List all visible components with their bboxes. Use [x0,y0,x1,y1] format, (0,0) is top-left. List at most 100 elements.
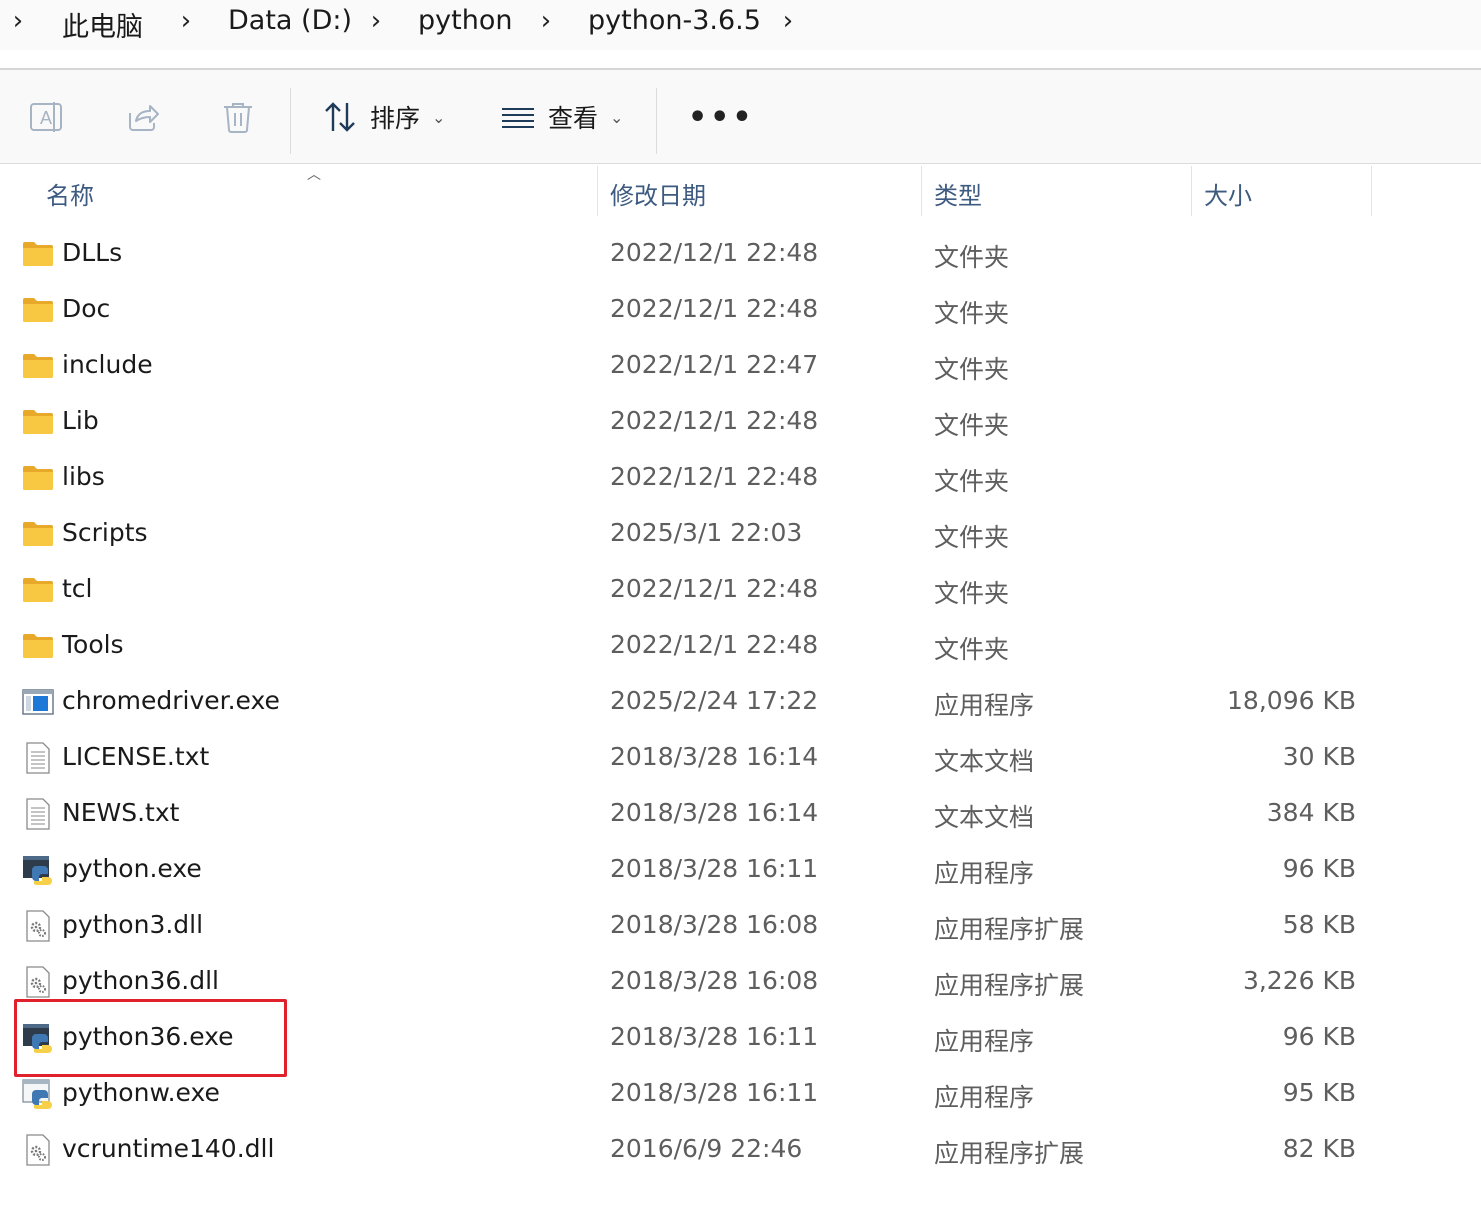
file-row[interactable]: Lib 2022/12/1 22:48 文件夹 [0,394,1481,450]
command-bar: A 排序 ⌄ 查看 ⌄ ••• [0,70,1481,164]
file-date: 2022/12/1 22:48 [610,574,819,603]
file-date: 2025/2/24 17:22 [610,686,819,715]
file-name: DLLs [62,238,123,267]
file-type: 文件夹 [934,355,1010,384]
file-date: 2022/12/1 22:48 [610,294,819,323]
file-name: NEWS.txt [62,798,180,827]
file-row[interactable]: include 2022/12/1 22:47 文件夹 [0,338,1481,394]
file-type: 应用程序 [934,1027,1035,1056]
python-exe-icon [22,1022,54,1054]
rename-icon: A [28,99,64,135]
file-row[interactable]: libs 2022/12/1 22:48 文件夹 [0,450,1481,506]
file-size: 384 KB [1266,798,1356,827]
share-icon [124,99,160,135]
folder-icon [22,462,54,494]
file-date: 2022/12/1 22:48 [610,630,819,659]
breadcrumb-data-drive[interactable]: Data (D:) [228,5,352,36]
file-size: 58 KB [1282,910,1356,939]
toolbar-divider [656,88,657,154]
more-dots-icon: ••• [688,99,755,135]
file-type: 文件夹 [934,579,1010,608]
more-options-button[interactable]: ••• [688,92,755,142]
file-name: Scripts [62,518,148,547]
python-window-icon [22,1078,54,1110]
column-header-size[interactable]: 大小 [1204,176,1252,211]
column-header-row: ︿ 名称 修改日期 类型 大小 [0,166,1481,218]
chevron-down-icon: ⌄ [610,107,624,127]
file-type: 应用程序 [934,859,1035,888]
chevron-right-icon[interactable]: › [778,6,798,36]
breadcrumb-this-pc[interactable]: 此电脑 [62,5,143,44]
file-name: chromedriver.exe [62,686,280,715]
file-date: 2022/12/1 22:47 [610,350,819,379]
sort-button[interactable]: 排序 ⌄ [322,92,445,142]
chevron-right-icon[interactable]: › [176,6,196,36]
file-row[interactable]: python36.dll 2018/3/28 16:08 应用程序扩展 3,226 K… [0,954,1481,1010]
column-header-date[interactable]: 修改日期 [610,176,706,211]
file-size: 96 KB [1282,854,1356,883]
file-row[interactable]: Tools 2022/12/1 22:48 文件夹 [0,618,1481,674]
file-date: 2018/3/28 16:11 [610,1078,819,1107]
dll-gear-icon [22,966,54,998]
column-divider[interactable] [1191,166,1192,216]
chevron-right-icon[interactable]: › [536,6,556,36]
file-type: 应用程序扩展 [934,971,1085,1000]
file-size: 82 KB [1282,1134,1356,1163]
file-row[interactable]: Scripts 2025/3/1 22:03 文件夹 [0,506,1481,562]
file-name: libs [62,462,105,491]
toolbar-divider [290,88,291,154]
file-size: 30 KB [1282,742,1356,771]
column-header-name[interactable]: 名称 [46,176,94,211]
file-date: 2018/3/28 16:08 [610,910,819,939]
column-header-type[interactable]: 类型 [934,176,982,211]
file-type: 文本文档 [934,747,1035,776]
breadcrumb-python-365[interactable]: python-3.6.5 [588,5,761,36]
share-button[interactable] [124,92,160,142]
file-name: python.exe [62,854,202,883]
file-row[interactable]: LICENSE.txt 2018/3/28 16:14 文本文档 30 KB [0,730,1481,786]
column-divider[interactable] [921,166,922,216]
delete-button[interactable] [220,92,256,142]
folder-icon [22,518,54,550]
file-row[interactable]: Doc 2022/12/1 22:48 文件夹 [0,282,1481,338]
file-type: 应用程序 [934,691,1035,720]
file-row[interactable]: tcl 2022/12/1 22:48 文件夹 [0,562,1481,618]
file-row[interactable]: DLLs 2022/12/1 22:48 文件夹 [0,226,1481,282]
file-row[interactable]: NEWS.txt 2018/3/28 16:14 文本文档 384 KB [0,786,1481,842]
file-row[interactable]: python3.dll 2018/3/28 16:08 应用程序扩展 58 KB [0,898,1481,954]
dll-gear-icon [22,910,54,942]
file-type: 文件夹 [934,635,1010,664]
sort-label: 排序 [370,104,421,133]
file-size: 3,226 KB [1242,966,1356,995]
file-row[interactable]: pythonw.exe 2018/3/28 16:11 应用程序 95 KB [0,1066,1481,1122]
file-name: pythonw.exe [62,1078,220,1107]
chevron-down-icon: ⌄ [432,107,446,127]
file-name: python36.exe [62,1022,234,1051]
text-file-icon [22,798,54,830]
file-name: LICENSE.txt [62,742,210,771]
file-name: Tools [62,630,124,659]
chevron-right-icon[interactable]: › [8,6,28,36]
view-button[interactable]: 查看 ⌄ [500,92,623,142]
file-size: 95 KB [1282,1078,1356,1107]
file-row[interactable]: python.exe 2018/3/28 16:11 应用程序 96 KB [0,842,1481,898]
file-row[interactable]: chromedriver.exe 2025/2/24 17:22 应用程序 18,09… [0,674,1481,730]
column-divider[interactable] [1371,166,1372,216]
view-list-icon [500,99,536,135]
file-type: 应用程序扩展 [934,1139,1085,1168]
app-window-icon [22,686,54,718]
file-row[interactable]: vcruntime140.dll 2016/6/9 22:46 应用程序扩展 82 K… [0,1122,1481,1178]
file-type: 文件夹 [934,523,1010,552]
file-name: vcruntime140.dll [62,1134,275,1163]
folder-icon [22,630,54,662]
file-date: 2022/12/1 22:48 [610,238,819,267]
folder-icon [22,574,54,606]
file-row[interactable]: python36.exe 2018/3/28 16:11 应用程序 96 KB [0,1010,1481,1066]
column-divider[interactable] [597,166,598,216]
file-date: 2022/12/1 22:48 [610,406,819,435]
breadcrumb-python[interactable]: python [418,5,512,36]
chevron-right-icon[interactable]: › [366,6,386,36]
rename-button[interactable]: A [28,92,64,142]
file-date: 2025/3/1 22:03 [610,518,803,547]
file-type: 应用程序扩展 [934,915,1085,944]
